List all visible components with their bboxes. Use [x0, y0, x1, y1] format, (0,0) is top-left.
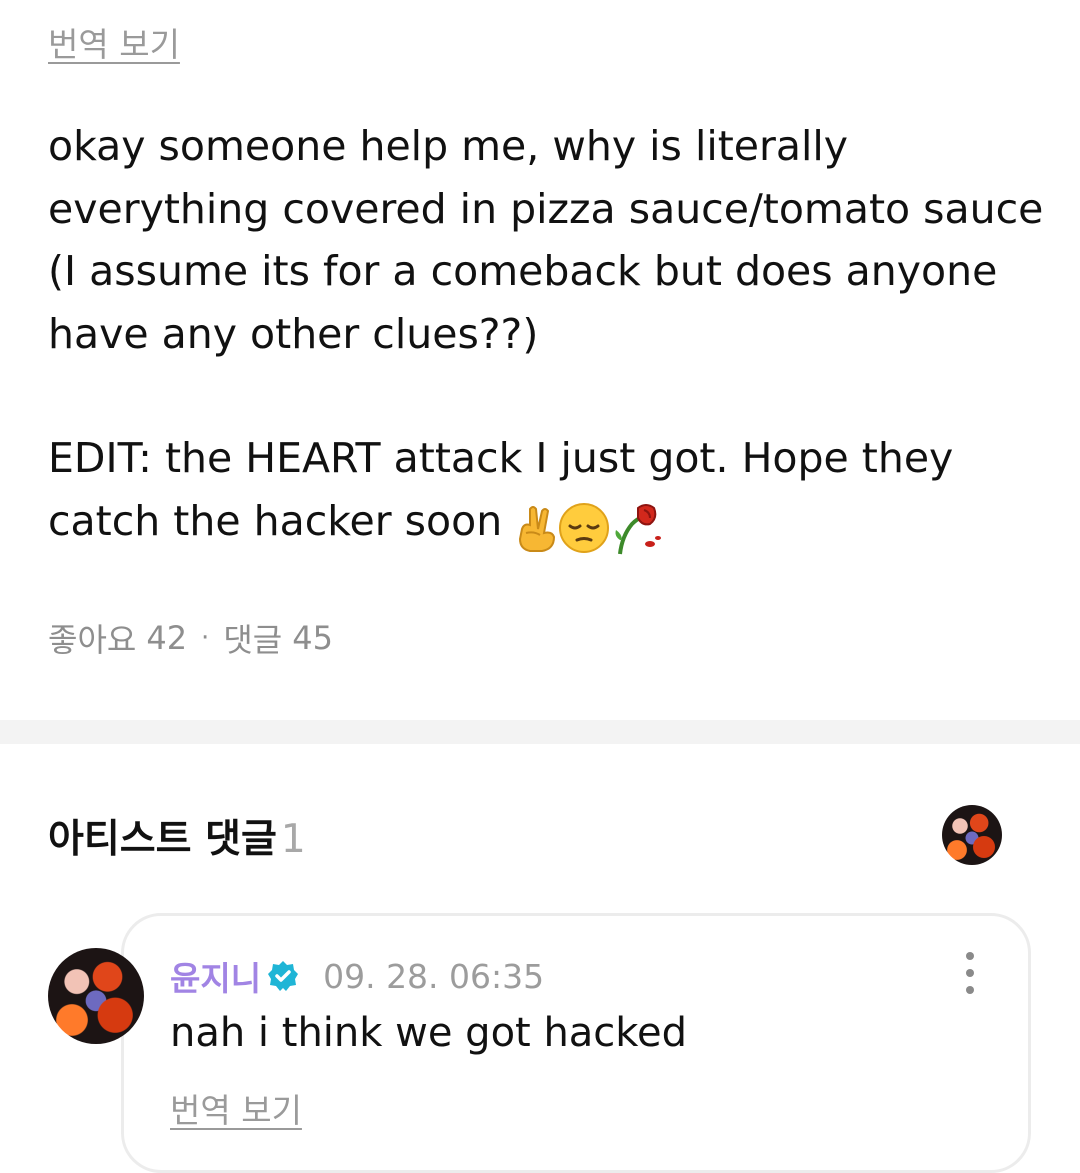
artist-comments-count: 1	[280, 817, 306, 862]
post-paragraph-2: EDIT: the HEART attack I just got. Hope …	[48, 427, 1048, 556]
likes-label[interactable]: 좋아요	[48, 615, 136, 661]
comment-author-avatar[interactable]	[48, 948, 144, 1044]
post-paragraph-2-text: EDIT: the HEART attack I just got. Hope …	[48, 434, 954, 545]
verified-badge-icon	[268, 961, 299, 991]
post-body: okay someone help me, why is literally e…	[48, 115, 1048, 556]
translate-button[interactable]: 번역 보기	[48, 18, 180, 66]
likes-count: 42	[146, 619, 188, 657]
comment-author-name[interactable]: 윤지니	[170, 952, 261, 1000]
artist-avatar-small[interactable]	[942, 805, 1002, 865]
crossed-fingers-icon	[519, 505, 556, 552]
post-paragraph-1: okay someone help me, why is literally e…	[48, 122, 1044, 358]
comments-label[interactable]: 댓글	[223, 615, 282, 661]
emoji-group	[514, 494, 662, 557]
comment-header: 윤지니 09. 28. 06:35	[170, 952, 544, 1000]
comment-text: nah i think we got hacked	[170, 1010, 688, 1056]
post-stats: 좋아요 42 · 댓글 45	[48, 615, 333, 661]
comments-count: 45	[292, 619, 333, 657]
wilted-rose-icon	[615, 503, 662, 554]
more-options-icon[interactable]	[955, 952, 985, 994]
stats-separator: ·	[201, 623, 210, 653]
section-divider	[0, 720, 1080, 744]
comment-translate-button[interactable]: 번역 보기	[170, 1084, 302, 1132]
comment-timestamp: 09. 28. 06:35	[323, 956, 545, 996]
pensive-face-icon	[559, 502, 610, 553]
artist-comments-title: 아티스트 댓글 1	[48, 808, 306, 864]
artist-comments-label: 아티스트 댓글	[48, 817, 277, 862]
